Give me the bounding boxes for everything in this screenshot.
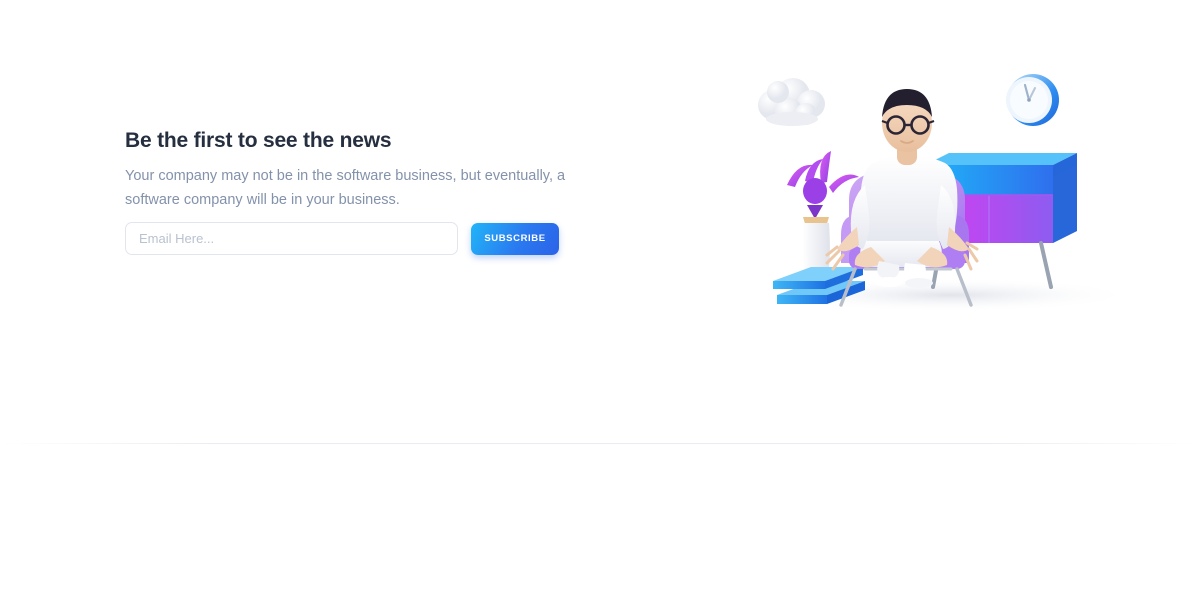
site-footer: Soft UI Design System Social <box>0 444 1200 605</box>
hero-subtitle: Your company may not be in the software … <box>125 168 566 208</box>
meditating-person-illustration <box>745 55 1145 325</box>
newsletter-form: SUBSCRIBE <box>125 222 559 255</box>
newsletter-footer-page: Be the first to see the news Your compan… <box>0 0 1200 605</box>
page-title: Be the first to see the news <box>125 129 392 152</box>
cloud-icon <box>758 78 825 126</box>
email-input[interactable] <box>125 222 458 255</box>
subscribe-button[interactable]: SUBSCRIBE <box>471 222 559 255</box>
hero-copy: Be the first to see the news Your compan… <box>125 128 625 212</box>
wall-clock-icon <box>1006 74 1059 126</box>
newsletter-hero-section: Be the first to see the news Your compan… <box>0 0 1200 443</box>
